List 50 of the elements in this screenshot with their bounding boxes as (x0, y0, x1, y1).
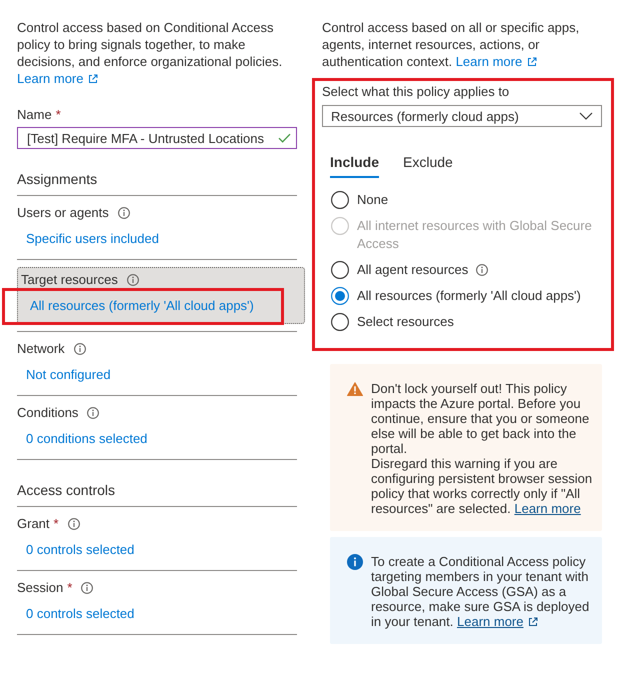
radio-icon[interactable] (331, 313, 349, 331)
radio-option[interactable]: None (331, 191, 388, 209)
notice-text: Disregard this warning if you are configuring persistent browser session policy that works correctly only if "All resources" are selected. Learn more (371, 456, 594, 516)
dropdown-label: Select what this policy applies to (322, 83, 510, 101)
item-label: Conditions (17, 404, 78, 422)
info-icon[interactable] (118, 207, 130, 219)
info-icon[interactable] (126, 274, 139, 286)
radio-option[interactable]: All resources (formerly 'All cloud apps') (331, 287, 581, 305)
item-value-link[interactable]: 0 controls selected (26, 606, 134, 621)
item-label: Users or agents (17, 204, 109, 222)
item-value-link[interactable]: 0 conditions selected (26, 431, 148, 446)
required-mark: * (67, 579, 72, 597)
tab[interactable]: Exclude (403, 145, 453, 178)
notice-text: Don't lock yourself out! This policy impacts the Azure portal. Before you continue, ensure that you or someone else will be able to get back into the portal. (371, 381, 590, 456)
tab[interactable]: Include (330, 145, 380, 178)
item-value-link[interactable]: Specific users included (26, 231, 159, 246)
required-mark: * (56, 107, 61, 122)
selected-item-background[interactable]: Target resources All resources (formerly 'All cloud apps') (17, 267, 305, 324)
chevron-down-icon (579, 112, 593, 120)
item-label: Target resources (21, 271, 118, 289)
learn-more-link[interactable]: Learn more (514, 501, 581, 516)
radio-icon[interactable] (331, 191, 349, 209)
info-icon[interactable] (74, 343, 86, 355)
item-value-link[interactable]: Not configured (26, 367, 111, 382)
radio-icon[interactable] (331, 261, 349, 279)
info-icon[interactable] (87, 407, 100, 419)
learn-more-link[interactable]: Learn more (456, 54, 538, 69)
field-label: Name (17, 107, 52, 122)
warning-icon (347, 382, 363, 396)
required-mark: * (54, 515, 59, 533)
item-label: Network (17, 340, 65, 358)
info-icon (347, 554, 363, 570)
description-text: Control access based on Conditional Access policy to bring signals together, to make decisions, and enforce organizational policies. Learn more (17, 19, 284, 87)
learn-more-link[interactable]: Learn more (457, 614, 538, 629)
description-text: Control access based on all or specific apps, agents, internet resources, actions, or authentication context. Learn more (322, 19, 580, 70)
radio-icon[interactable] (331, 287, 349, 305)
section-heading: Access controls (17, 480, 297, 507)
learn-more-link[interactable]: Learn more (17, 71, 98, 86)
info-icon[interactable] (68, 518, 80, 530)
info-icon[interactable] (476, 264, 488, 276)
name-input-field[interactable]: [Test] Require MFA - Untrusted Locations (17, 127, 297, 149)
item-value-link[interactable]: 0 controls selected (26, 542, 134, 557)
radio-option[interactable]: Select resources (331, 313, 454, 331)
info-icon[interactable] (81, 582, 94, 594)
item-label: Session (17, 579, 64, 597)
section-heading: Assignments (17, 169, 297, 196)
applies-to-dropdown[interactable]: Resources (formerly cloud apps) (322, 105, 602, 127)
radio-option[interactable]: All agent resources (331, 261, 468, 279)
notice-text: To create a Conditional Access policy targeting members in your tenant with Global Secure Access (GSA) as a resource, make sure GSA is deployed in your tenant. Learn more (371, 554, 590, 629)
item-label: Grant (17, 515, 50, 533)
